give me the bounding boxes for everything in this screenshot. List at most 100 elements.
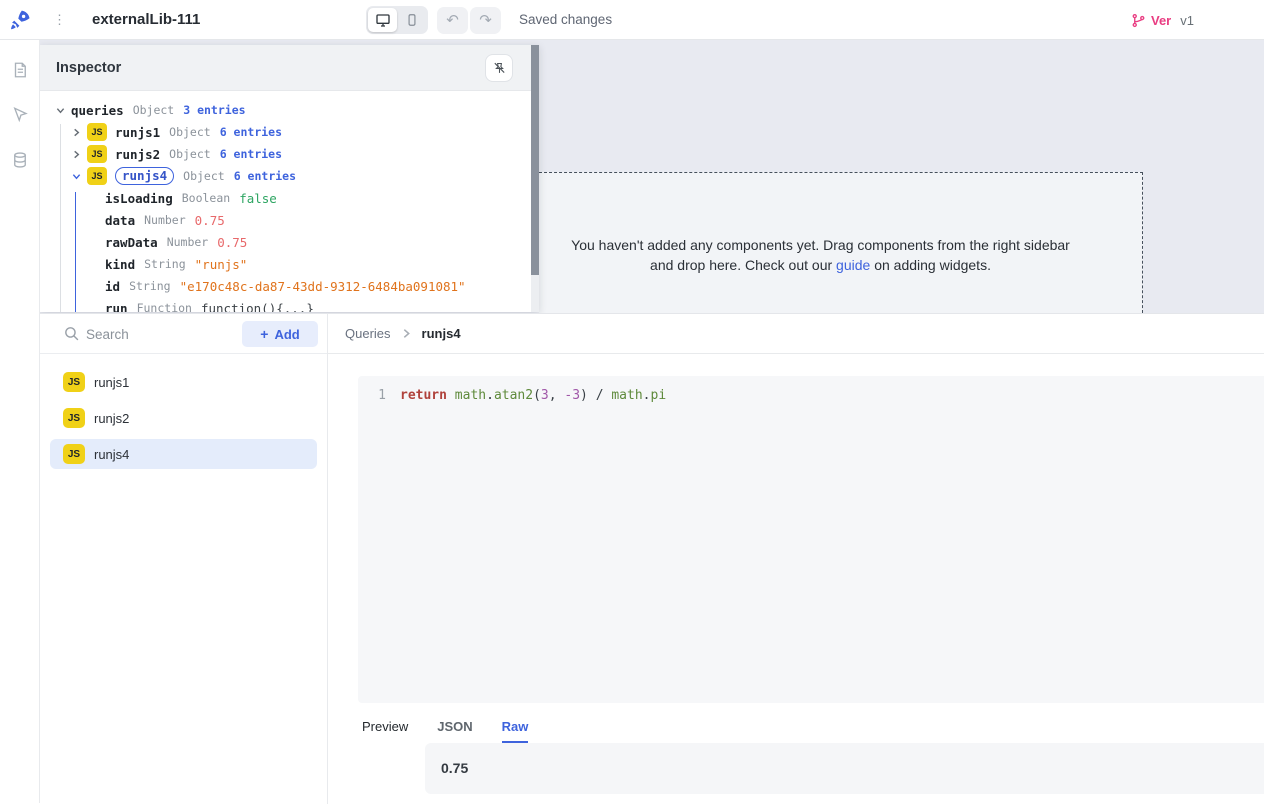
tree-count: 3 entries	[183, 103, 245, 117]
prop-value: function(){...}	[201, 301, 314, 313]
tree-count: 6 entries	[220, 147, 282, 161]
code-editor[interactable]: 1 return math.atan2(3, -3) / math.pi	[358, 376, 1264, 703]
desktop-icon	[375, 12, 391, 28]
tab-preview[interactable]: Preview	[362, 719, 408, 743]
inspector-header: Inspector	[40, 45, 539, 91]
breadcrumb: Queries runjs4	[328, 314, 1264, 354]
sidebar-item-datasources[interactable]	[0, 146, 40, 174]
search-icon	[63, 325, 80, 342]
query-list-item-runjs1[interactable]: JS runjs1	[50, 367, 317, 397]
tree-count: 6 entries	[220, 125, 282, 139]
prop-key: run	[105, 301, 128, 313]
mobile-icon	[405, 12, 419, 28]
tree-node-queries[interactable]: queries Object 3 entries	[40, 99, 539, 121]
left-sidebar-rail	[0, 40, 40, 803]
js-badge: JS	[87, 167, 107, 185]
tree-type: Object	[133, 103, 175, 117]
tree-guide-line	[60, 124, 61, 312]
prop-key: data	[105, 213, 135, 228]
version-value: v1	[1180, 13, 1194, 28]
inspector-tree: queries Object 3 entries JS runjs1 Objec…	[40, 91, 539, 312]
canvas-empty-line1: You haven't added any components yet. Dr…	[539, 235, 1102, 255]
version-label: Ver	[1151, 13, 1171, 28]
query-item-label: runjs2	[94, 411, 129, 426]
query-search-row: + Add	[40, 314, 327, 354]
canvas-empty-line2: and drop here. Check out our guide on ad…	[539, 255, 1102, 275]
tab-raw[interactable]: Raw	[502, 719, 529, 743]
top-bar: ⋮ externalLib-111 ↶ ↷ Saved changes Ver …	[0, 0, 1264, 40]
version-selector[interactable]: Ver v1	[1131, 0, 1194, 40]
query-output-panel: 0.75	[425, 743, 1264, 794]
chevron-right-icon[interactable]	[71, 127, 81, 137]
scrollbar-thumb[interactable]	[531, 45, 539, 275]
prop-value: "e170c48c-da87-43dd-9312-6484ba091081"	[180, 279, 466, 294]
pages-document-icon	[11, 61, 29, 79]
tree-prop-run[interactable]: run Function function(){...}	[40, 297, 539, 312]
query-search-input[interactable]	[86, 319, 236, 349]
query-output-value: 0.75	[441, 743, 468, 794]
database-icon	[11, 151, 29, 169]
chevron-right-icon[interactable]	[71, 149, 81, 159]
device-toggle	[366, 6, 428, 34]
app-menu-kebab-icon[interactable]: ⋮	[53, 0, 66, 40]
tab-json[interactable]: JSON	[437, 719, 472, 743]
query-list-panel: + Add JS runjs1 JS runjs2 JS runjs4	[40, 314, 328, 804]
chevron-right-icon	[401, 328, 412, 339]
tree-node-runjs1[interactable]: JS runjs1 Object 6 entries	[40, 121, 539, 143]
tree-prop-rawData[interactable]: rawData Number 0.75	[40, 231, 539, 253]
sidebar-item-pages[interactable]	[0, 56, 40, 84]
add-query-label: Add	[274, 327, 299, 342]
prop-key: rawData	[105, 235, 158, 250]
tree-prop-kind[interactable]: kind String "runjs"	[40, 253, 539, 275]
add-query-button[interactable]: + Add	[242, 321, 318, 347]
inspector-title: Inspector	[56, 45, 121, 91]
sidebar-item-inspector[interactable]	[0, 101, 40, 129]
query-list-item-runjs2[interactable]: JS runjs2	[50, 403, 317, 433]
prop-key: id	[105, 279, 120, 294]
canvas-empty-message: You haven't added any components yet. Dr…	[539, 235, 1142, 275]
plus-icon: +	[260, 326, 268, 342]
app-title: externalLib-111	[92, 0, 200, 40]
unpin-button[interactable]	[485, 54, 513, 82]
app-logo-rocket-icon[interactable]	[8, 8, 32, 32]
chevron-down-icon[interactable]	[71, 171, 81, 181]
prop-type: String	[129, 279, 171, 293]
breadcrumb-current-query: runjs4	[422, 326, 461, 341]
tree-node-runjs2[interactable]: JS runjs2 Object 6 entries	[40, 143, 539, 165]
tree-prop-isLoading[interactable]: isLoading Boolean false	[40, 187, 539, 209]
inspector-scrollbar[interactable]	[531, 45, 539, 312]
tree-node-runjs4[interactable]: JS runjs4 Object 6 entries	[40, 165, 539, 187]
prop-type: Number	[167, 235, 209, 249]
query-list-item-runjs4[interactable]: JS runjs4	[50, 439, 317, 469]
js-badge: JS	[87, 123, 107, 141]
chevron-down-icon[interactable]	[55, 105, 65, 115]
prop-key: kind	[105, 257, 135, 272]
redo-button[interactable]: ↷	[470, 7, 501, 34]
canvas-drop-area[interactable]: You haven't added any components yet. Dr…	[539, 172, 1143, 313]
result-tabs: Preview JSON Raw	[362, 719, 528, 743]
query-item-label: runjs1	[94, 375, 129, 390]
prop-type: Boolean	[182, 191, 230, 205]
code-line: 1 return math.atan2(3, -3) / math.pi	[358, 386, 1264, 406]
guide-link[interactable]: guide	[836, 257, 870, 273]
js-badge: JS	[87, 145, 107, 163]
mobile-toggle-button[interactable]	[397, 8, 426, 32]
tree-guide-line-active	[75, 192, 76, 312]
git-version-icon	[1131, 13, 1146, 28]
prop-key: isLoading	[105, 191, 173, 206]
tree-key: queries	[71, 103, 124, 118]
js-badge: JS	[63, 444, 85, 464]
save-status: Saved changes	[519, 0, 612, 40]
query-item-label: runjs4	[94, 447, 129, 462]
tree-prop-data[interactable]: data Number 0.75	[40, 209, 539, 231]
tree-key-highlighted: runjs4	[115, 167, 174, 185]
inspector-panel: Inspector queries Object 3 entries JS ru…	[40, 45, 539, 312]
js-badge: JS	[63, 372, 85, 392]
tree-key: runjs1	[115, 125, 160, 140]
desktop-toggle-button[interactable]	[368, 8, 397, 32]
tree-prop-id[interactable]: id String "e170c48c-da87-43dd-9312-6484b…	[40, 275, 539, 297]
breadcrumb-queries[interactable]: Queries	[345, 326, 391, 341]
undo-button[interactable]: ↶	[437, 7, 468, 34]
prop-value: 0.75	[195, 213, 225, 228]
query-editor-panel: Queries runjs4 1 return math.atan2(3, -3…	[328, 314, 1264, 804]
